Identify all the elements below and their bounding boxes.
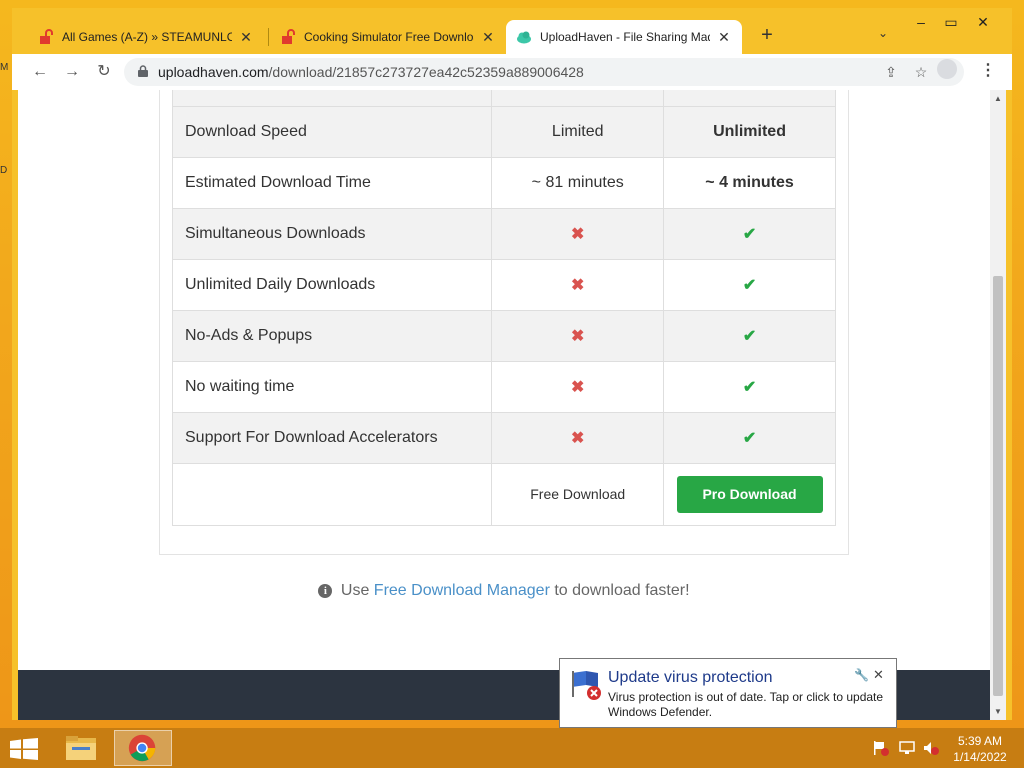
menu-kebab-icon[interactable]: ⋮ [980,60,996,80]
volume-muted-icon[interactable] [922,740,940,756]
table-row: Estimated Download Time ~ 81 minutes ~ 4… [171,157,836,209]
cross-icon: ✖ [571,430,585,447]
table-row: No waiting time ✖ ✔ [171,361,836,413]
lock-icon[interactable] [138,65,148,77]
bookmark-star-icon[interactable]: ☆ [912,63,930,81]
free-download-link[interactable]: Free Download [530,486,625,502]
page-viewport: Download Speed Limited Unlimited Estimat… [18,90,990,720]
scrollbar-thumb[interactable] [993,276,1003,696]
feature-label: Estimated Download Time [171,157,493,209]
check-icon: ✔ [742,226,757,243]
scroll-down-arrow-icon[interactable]: ▼ [994,707,1002,716]
browser-toolbar: ← → ↻ uploadhaven.com/download/21857c273… [12,54,1012,90]
table-row: Simultaneous Downloads ✖ ✔ [171,208,836,260]
table-row: Support For Download Accelerators ✖ ✔ [171,412,836,464]
page-scrollbar[interactable]: ▲ ▼ [990,90,1006,720]
network-icon[interactable] [898,740,916,756]
cross-icon: ✖ [571,379,585,396]
check-icon: ✔ [742,379,757,396]
free-value: ~ 81 minutes [491,157,665,209]
table-row: No-Ads & Popups ✖ ✔ [171,310,836,362]
uploadhaven-cloud-icon [517,31,531,44]
windows-start-icon[interactable] [10,738,38,760]
desktop-icon-fragment[interactable]: D [0,165,7,176]
chrome-icon [128,734,156,762]
url-text[interactable]: uploadhaven.com/download/21857c273727ea4… [158,64,584,80]
table-row [171,90,836,107]
feature-label: Support For Download Accelerators [171,412,493,464]
minimize-icon[interactable]: ‒ [910,14,932,30]
clock-date: 1/14/2022 [953,750,1007,764]
download-manager-hint: i Use Free Download Manager to download … [18,582,990,600]
address-bar[interactable]: uploadhaven.com/download/21857c273727ea4… [124,58,964,86]
new-tab-button[interactable]: + [757,24,777,47]
action-center-flag-icon[interactable] [872,740,890,756]
share-icon[interactable]: ⇪ [882,63,900,81]
tab-steamunlocked[interactable]: All Games (A-Z) » STEAMUNLOCKED ✕ [28,20,264,54]
pro-value: Unlimited [663,106,836,158]
tab-uploadhaven[interactable]: UploadHaven - File Sharing Made Simple ✕ [506,20,742,54]
tab-title: All Games (A-Z) » STEAMUNLOCKED [62,30,232,44]
info-icon: i [318,584,333,598]
pro-value: ~ 4 minutes [663,157,836,209]
check-icon: ✔ [742,328,757,345]
reload-icon[interactable]: ↻ [94,62,114,82]
folder-icon [66,736,96,760]
notification-body: Virus protection is out of date. Tap or … [608,690,884,719]
cross-icon: ✖ [571,328,585,345]
close-tab-icon[interactable]: ✕ [480,29,496,46]
comparison-table: Download Speed Limited Unlimited Estimat… [171,90,836,526]
taskbar: 5:39 AM 1/14/2022 [0,728,1024,768]
browser-window: All Games (A-Z) » STEAMUNLOCKED ✕ Cookin… [12,8,1012,720]
cross-icon: ✖ [571,226,585,243]
system-clock[interactable]: 5:39 AM 1/14/2022 [948,733,1012,765]
tab-title: UploadHaven - File Sharing Made Simple [540,30,710,44]
check-icon: ✔ [742,277,757,294]
lock-open-red-icon [282,29,295,44]
plan-comparison-panel: Download Speed Limited Unlimited Estimat… [159,90,849,555]
close-tab-icon[interactable]: ✕ [238,29,254,46]
table-row: Unlimited Daily Downloads ✖ ✔ [171,259,836,311]
chrome-taskbar-button[interactable] [114,730,172,766]
feature-label: Download Speed [171,106,493,158]
maximize-icon[interactable]: ▭ [940,14,962,31]
tab-title: Cooking Simulator Free Download [304,30,474,44]
notification-title: Update virus protection [608,669,773,686]
close-tab-icon[interactable]: ✕ [716,29,732,46]
pro-download-button[interactable]: Pro Download [676,476,823,513]
wrench-icon[interactable]: 🔧 [854,668,869,682]
close-window-icon[interactable]: ✕ [972,14,994,31]
tab-search-chevron-icon[interactable]: ⌄ [878,26,888,40]
file-explorer-taskbar-button[interactable] [52,730,110,766]
feature-label: Unlimited Daily Downloads [171,259,493,311]
free-download-manager-link[interactable]: Free Download Manager [374,582,550,599]
free-value: Limited [491,106,665,158]
forward-arrow-icon[interactable]: → [62,62,82,82]
lock-open-red-icon [40,29,53,44]
feature-label: Simultaneous Downloads [171,208,493,260]
tab-strip: All Games (A-Z) » STEAMUNLOCKED ✕ Cookin… [12,8,1012,54]
tab-cooking-simulator[interactable]: Cooking Simulator Free Download ✕ [270,20,506,54]
table-row: Download Speed Limited Unlimited [171,106,836,158]
feature-label: No-Ads & Popups [171,310,493,362]
defender-flag-warning-icon [572,671,601,700]
tab-divider [268,28,269,46]
feature-label: No waiting time [171,361,493,413]
profile-avatar-icon[interactable] [937,59,957,79]
cross-icon: ✖ [571,277,585,294]
clock-time: 5:39 AM [957,734,1003,748]
close-icon[interactable]: ✕ [873,667,884,683]
table-row: Free Download Pro Download [171,463,836,526]
desktop-icon-fragment[interactable]: M [0,62,8,73]
check-icon: ✔ [742,430,757,447]
defender-notification[interactable]: Update virus protection Virus protection… [559,658,897,728]
back-arrow-icon[interactable]: ← [30,62,50,82]
scroll-up-arrow-icon[interactable]: ▲ [994,94,1002,103]
